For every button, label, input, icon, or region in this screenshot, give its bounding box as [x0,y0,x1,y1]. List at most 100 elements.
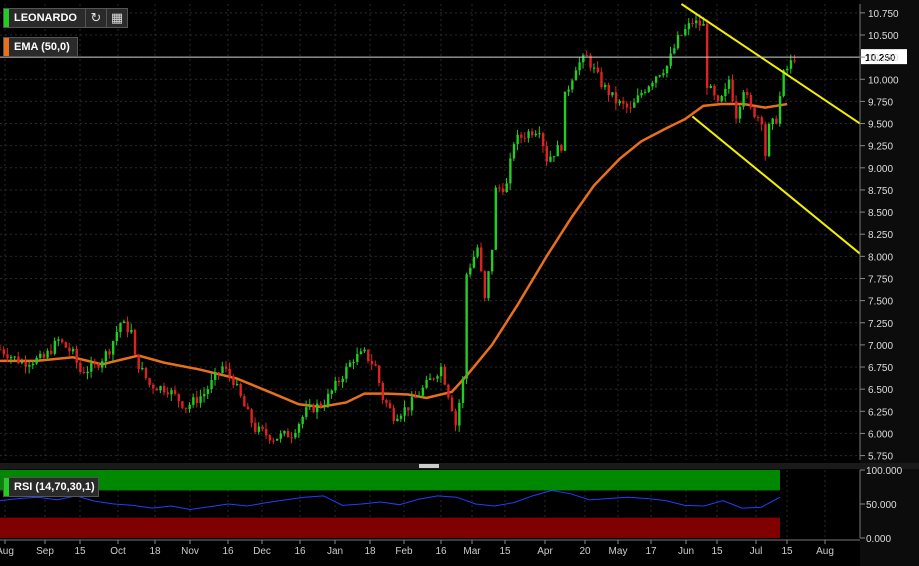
candle-body [221,366,224,373]
time-tick-label: Nov [181,546,199,557]
candle-body [396,418,399,422]
price-tick-label: 10.500 [868,31,899,42]
candle-body [541,133,545,147]
price-tick-label: 6.750 [868,363,893,374]
candle-body [93,363,97,365]
candle-body [13,356,16,358]
candle-body [509,158,512,184]
candle-body [469,267,472,275]
time-tick-label: Jan [327,546,343,557]
candle-body [352,361,355,363]
candle-body [192,397,195,405]
calendar-icon[interactable]: ▦ [106,8,127,28]
pane-divider[interactable] [0,463,919,469]
candle-body [115,332,119,342]
candle-body [549,156,552,162]
candle-body [749,94,753,108]
rsi-oversold-zone [0,517,780,538]
candle-body [556,145,559,157]
candle-body [294,432,297,438]
candle-body [443,366,446,385]
candle-body [53,340,57,354]
candle-body [764,124,767,157]
candle-body [381,382,385,401]
candle-body [622,100,625,104]
candle-body [793,60,796,62]
candle-body [603,84,607,88]
price-tick-label: 7.500 [868,297,893,308]
pane-resize-handle[interactable] [419,464,439,468]
candle-body [228,368,231,377]
candle-body [363,349,366,352]
price-tick-label: 8.250 [868,230,893,241]
chart-canvas[interactable]: 10.250 10.75010.50010.25010.0009.7509.50… [0,0,919,566]
candle-body [407,407,410,411]
candle-body [152,384,155,389]
candle-body [713,85,716,96]
candle-body [778,96,782,124]
candle-body [75,348,78,363]
candle-body [633,102,636,108]
candle-body [527,131,530,139]
candle-body [199,396,202,403]
price-tick-label: 10.000 [868,75,899,86]
candle-body [265,429,268,436]
candle-body [385,400,388,404]
time-tick-label: 15 [74,546,86,557]
candle-body [126,321,129,333]
candle-body [356,354,359,362]
candle-body [141,367,144,370]
candle-body [600,72,603,88]
time-tick-label: 15 [499,546,511,557]
candle-body [520,134,523,138]
candle-body [17,356,20,364]
rsi-legend[interactable]: RSI (14,70,30,1) [3,477,99,497]
candle-body [403,407,406,416]
candle-body [359,351,363,355]
candle-body [786,68,789,71]
candle-body [563,91,567,151]
refresh-icon[interactable]: ↻ [85,8,106,28]
candle-body [399,415,403,419]
candle-body [162,386,166,393]
candle-body [654,76,658,83]
candle-body [97,364,100,368]
candle-body [312,404,315,413]
candle-body [421,387,425,396]
candle-body [767,123,771,157]
candle-body [480,247,483,272]
time-tick-label: Oct [110,546,126,557]
candle-body [377,365,381,383]
candle-body [687,23,691,30]
ema-legend[interactable]: EMA (50,0) [3,37,78,57]
time-tick-label: 17 [645,546,657,557]
candle-body [374,364,377,366]
candle-body [181,401,184,408]
candle-body [607,84,610,96]
candle-body [494,187,497,250]
candle-body [323,406,326,408]
candle-body [250,409,253,423]
candle-body [254,422,257,432]
candle-body [472,256,476,268]
candle-body [119,323,122,333]
candle-body [512,144,516,159]
candle-body [348,362,352,367]
candle-body [283,430,286,434]
candle-body [388,403,392,409]
candle-body [341,378,344,383]
candle-body [414,397,417,399]
candle-body [275,438,279,441]
candle-body [166,392,170,395]
ema-label: EMA (50,0) [14,41,70,53]
price-tick-label: 5.750 [868,452,893,463]
candle-body [159,386,162,391]
candle-body [505,183,508,193]
candle-body [319,403,323,407]
candle-body [326,393,330,407]
rsi-overbought-zone [0,470,780,491]
candle-body [239,383,242,397]
candle-body [64,342,67,348]
time-tick-label: Dec [253,546,271,557]
candle-body [35,357,38,364]
